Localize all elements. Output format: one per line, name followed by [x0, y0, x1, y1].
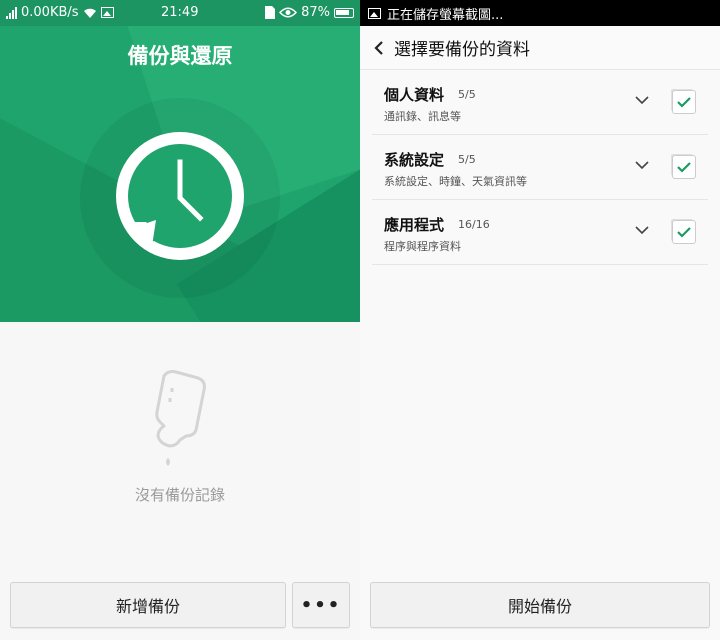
item-title: 個人資料	[384, 86, 445, 104]
image-icon	[368, 7, 381, 19]
chevron-down-icon[interactable]	[634, 157, 650, 173]
data-category-list: 個人資料 5/5 通訊錄、訊息等 系統設定 5/5 系統設定、時鐘、天氣資訊等 …	[372, 70, 708, 265]
list-item[interactable]: 系統設定 5/5 系統設定、時鐘、天氣資訊等	[372, 135, 708, 200]
page-title: 選擇要備份的資料	[394, 40, 530, 60]
battery-icon	[334, 7, 354, 18]
status-bar-left: 0.00KB/s 21:49 87%	[0, 0, 360, 26]
clock-restore-icon	[116, 132, 244, 260]
item-count: 5/5	[458, 153, 476, 166]
signal-icon	[6, 6, 17, 19]
item-subtitle: 程序與程序資料	[384, 240, 461, 253]
checkmark-icon	[677, 97, 691, 108]
item-subtitle: 通訊錄、訊息等	[384, 110, 461, 123]
notification-text: 正在儲存螢幕截圖...	[387, 7, 504, 23]
item-checkbox[interactable]	[672, 155, 696, 179]
app-bar: 選擇要備份的資料	[360, 26, 720, 70]
wifi-icon	[83, 8, 96, 18]
backup-restore-screen: 0.00KB/s 21:49 87% 備份與還原 沒有備份記錄 新增備份 •••	[0, 0, 360, 640]
battery-percent: 87%	[301, 5, 330, 20]
item-title: 系統設定	[384, 151, 445, 169]
select-backup-data-screen: 正在儲存螢幕截圖... 選擇要備份的資料 個人資料 5/5 通訊錄、訊息等 系統…	[360, 0, 720, 640]
start-backup-button[interactable]: 開始備份	[370, 582, 710, 628]
new-backup-button[interactable]: 新增備份	[10, 582, 286, 628]
item-count: 5/5	[458, 88, 476, 101]
item-checkbox[interactable]	[672, 220, 696, 244]
eye-icon	[279, 7, 298, 18]
image-icon	[100, 7, 114, 18]
chevron-down-icon[interactable]	[634, 222, 650, 238]
network-speed: 0.00KB/s	[21, 5, 79, 20]
status-bar-right: 正在儲存螢幕截圖...	[360, 0, 720, 26]
item-count: 16/16	[458, 218, 490, 231]
item-subtitle: 系統設定、時鐘、天氣資訊等	[384, 175, 527, 188]
checkmark-icon	[677, 227, 691, 238]
empty-state-text: 沒有備份記錄	[134, 486, 225, 504]
status-time: 21:49	[161, 5, 199, 20]
page-title: 備份與還原	[127, 44, 233, 68]
chevron-down-icon[interactable]	[634, 92, 650, 108]
list-item[interactable]: 應用程式 16/16 程序與程序資料	[372, 200, 708, 265]
more-options-button[interactable]: •••	[292, 582, 350, 628]
item-title: 應用程式	[384, 216, 445, 234]
checkmark-icon	[677, 162, 691, 173]
sim-icon	[265, 6, 276, 19]
list-item[interactable]: 個人資料 5/5 通訊錄、訊息等	[372, 70, 708, 135]
back-arrow-icon[interactable]	[364, 26, 394, 70]
empty-bottle-icon	[155, 370, 206, 466]
item-checkbox[interactable]	[672, 90, 696, 114]
